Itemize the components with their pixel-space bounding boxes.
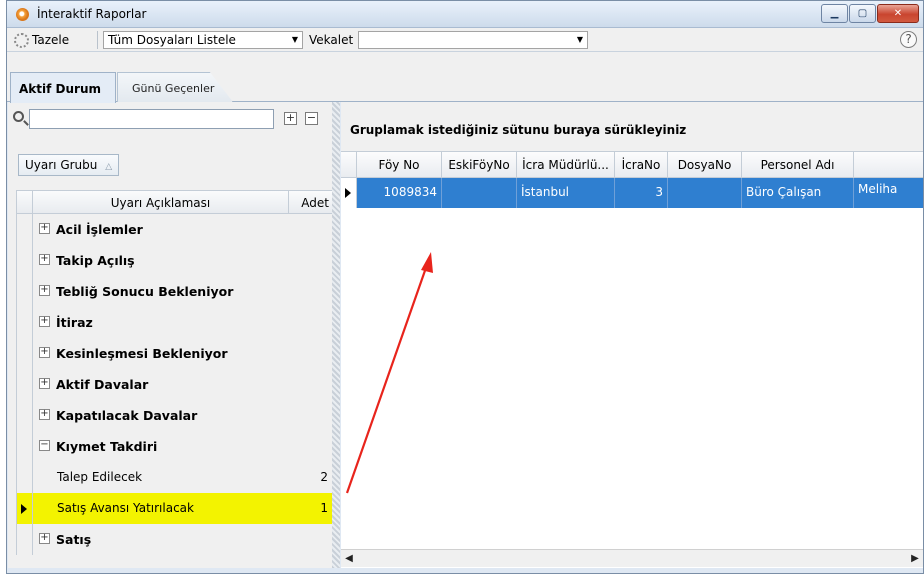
refresh-icon [14,32,29,48]
cell-dosya-no[interactable] [668,178,742,208]
tree-header: Uyarı Açıklaması Adet [16,190,334,214]
tab-gunu-gecenler[interactable]: Günü Geçenler [117,72,233,102]
column-header-eski-foy-no[interactable]: EskiFöyNo [442,152,517,177]
group-label: Satış [56,532,92,547]
grid-header: Föy No EskiFöyNo İcra Müdürlü... İcraNo … [341,151,923,178]
chevron-down-icon: ▼ [576,35,583,44]
collapse-all-button[interactable]: − [305,112,318,125]
tree-group-row[interactable]: + İtiraz [16,307,334,338]
toolbar-separator [97,31,98,49]
tree-group-row[interactable]: + Tebliğ Sonucu Bekleniyor [16,276,334,307]
cell-extra[interactable]: Meliha [854,178,923,208]
tree-group-row[interactable]: + Acil İşlemler [16,214,334,245]
tree-group-row[interactable]: + Kesinleşmesi Bekleniyor [16,338,334,369]
column-header-icra-mudurlugu[interactable]: İcra Müdürlü... [517,152,615,177]
expand-icon[interactable]: + [39,285,50,296]
chevron-down-icon: ▼ [291,35,298,44]
help-icon[interactable]: ? [900,31,917,48]
leaf-label: Talep Edilecek [57,470,143,484]
row-indicator-header [17,191,33,213]
window-title: İnteraktif Raporlar [37,7,147,21]
scroll-left-icon[interactable]: ◀ [341,550,357,567]
column-header-foy-no[interactable]: Föy No [357,152,442,177]
row-pointer-icon [341,178,357,208]
group-label: Kesinleşmesi Bekleniyor [56,346,228,361]
table-row-selected[interactable]: 1089834 İstanbul 3 Büro Çalışan Meliha [341,178,923,208]
main-window: İnteraktif Raporlar ▁ ▢ ✕ Tazele Tüm Dos… [6,0,924,574]
sort-up-icon: △ [105,162,113,172]
column-header-count[interactable]: Adet [289,191,333,213]
column-header-description[interactable]: Uyarı Açıklaması [33,191,289,213]
results-grid-panel: Gruplamak istediğiniz sütunu buraya sürü… [341,102,923,568]
cell-personel-adi[interactable]: Büro Çalışan [742,178,854,208]
expand-icon[interactable]: + [39,533,50,544]
vekalet-dropdown[interactable]: ▼ [358,31,588,49]
window-controls: ▁ ▢ ✕ [821,4,919,23]
group-label: Takip Açılış [56,253,135,268]
minimize-button[interactable]: ▁ [821,4,848,23]
column-header-dosya-no[interactable]: DosyaNo [668,152,742,177]
close-button[interactable]: ✕ [877,4,919,23]
cell-icra-mudurlugu[interactable]: İstanbul [517,178,615,208]
row-pointer-icon [17,493,33,524]
group-label: Tebliğ Sonucu Bekleniyor [56,284,234,299]
expand-icon[interactable]: + [39,254,50,265]
group-by-label: Uyarı Grubu [25,158,98,172]
vekalet-label: Vekalet [309,33,354,47]
group-label: İtiraz [56,315,93,330]
cell-icra-no[interactable]: 3 [615,178,668,208]
scroll-right-icon[interactable]: ▶ [907,550,923,567]
maximize-button[interactable]: ▢ [849,4,876,23]
expand-all-button[interactable]: + [284,112,297,125]
group-label: Kapatılacak Davalar [56,408,198,423]
warning-panel: + − Uyarı Grubu △ Uyarı Açıklaması Adet … [8,102,334,568]
tree-group-row[interactable]: + Takip Açılış [16,245,334,276]
row-indicator-header [341,152,357,177]
panel-splitter[interactable] [332,102,340,568]
expand-icon[interactable]: + [39,378,50,389]
expand-icon[interactable]: + [39,409,50,420]
column-header-personel-adi[interactable]: Personel Adı [742,152,854,177]
warning-tree: Uyarı Açıklaması Adet + Acil İşlemler + … [16,190,334,555]
expand-icon[interactable]: + [39,347,50,358]
horizontal-scrollbar[interactable]: ◀ ▶ [341,549,923,567]
column-header-icra-no[interactable]: İcraNo [615,152,668,177]
leaf-count: 2 [320,470,328,484]
cell-foy-no[interactable]: 1089834 [357,178,442,208]
cell-eski-foy-no[interactable] [442,178,517,208]
search-icon [13,111,24,122]
title-bar: İnteraktif Raporlar ▁ ▢ ✕ [7,1,923,28]
group-drop-area[interactable]: Gruplamak istediğiniz sütunu buraya sürü… [341,102,923,151]
group-label: Aktif Davalar [56,377,149,392]
group-by-button[interactable]: Uyarı Grubu △ [18,154,120,176]
search-row: + − [8,108,332,130]
app-icon [16,8,29,21]
tree-group-row[interactable]: − Kıymet Takdiri [16,431,334,462]
tab-aktif-durum[interactable]: Aktif Durum [10,72,116,103]
expand-icon[interactable]: + [39,316,50,327]
column-header-extra[interactable] [854,152,923,177]
leaf-label: Satış Avansı Yatırılacak [57,501,194,515]
group-label: Kıymet Takdiri [56,439,158,454]
leaf-count: 1 [320,501,328,515]
tree-leaf-row[interactable]: Talep Edilecek 2 [16,462,334,493]
tree-group-row[interactable]: + Satış [16,524,334,555]
collapse-icon[interactable]: − [39,440,50,451]
toolbar: Tazele Tüm Dosyaları Listele ▼ Vekalet ▼… [7,28,923,52]
tree-leaf-row-selected[interactable]: Satış Avansı Yatırılacak 1 [16,493,334,524]
refresh-button[interactable]: Tazele [14,31,69,49]
tree-group-row[interactable]: + Kapatılacak Davalar [16,400,334,431]
search-input[interactable] [29,109,274,129]
group-label: Acil İşlemler [56,222,143,237]
expand-icon[interactable]: + [39,223,50,234]
tab-strip: Aktif Durum Günü Geçenler [7,52,923,103]
refresh-label: Tazele [32,33,70,47]
list-filter-dropdown[interactable]: Tüm Dosyaları Listele ▼ [103,31,303,49]
list-filter-value: Tüm Dosyaları Listele [108,33,236,47]
tree-group-row[interactable]: + Aktif Davalar [16,369,334,400]
